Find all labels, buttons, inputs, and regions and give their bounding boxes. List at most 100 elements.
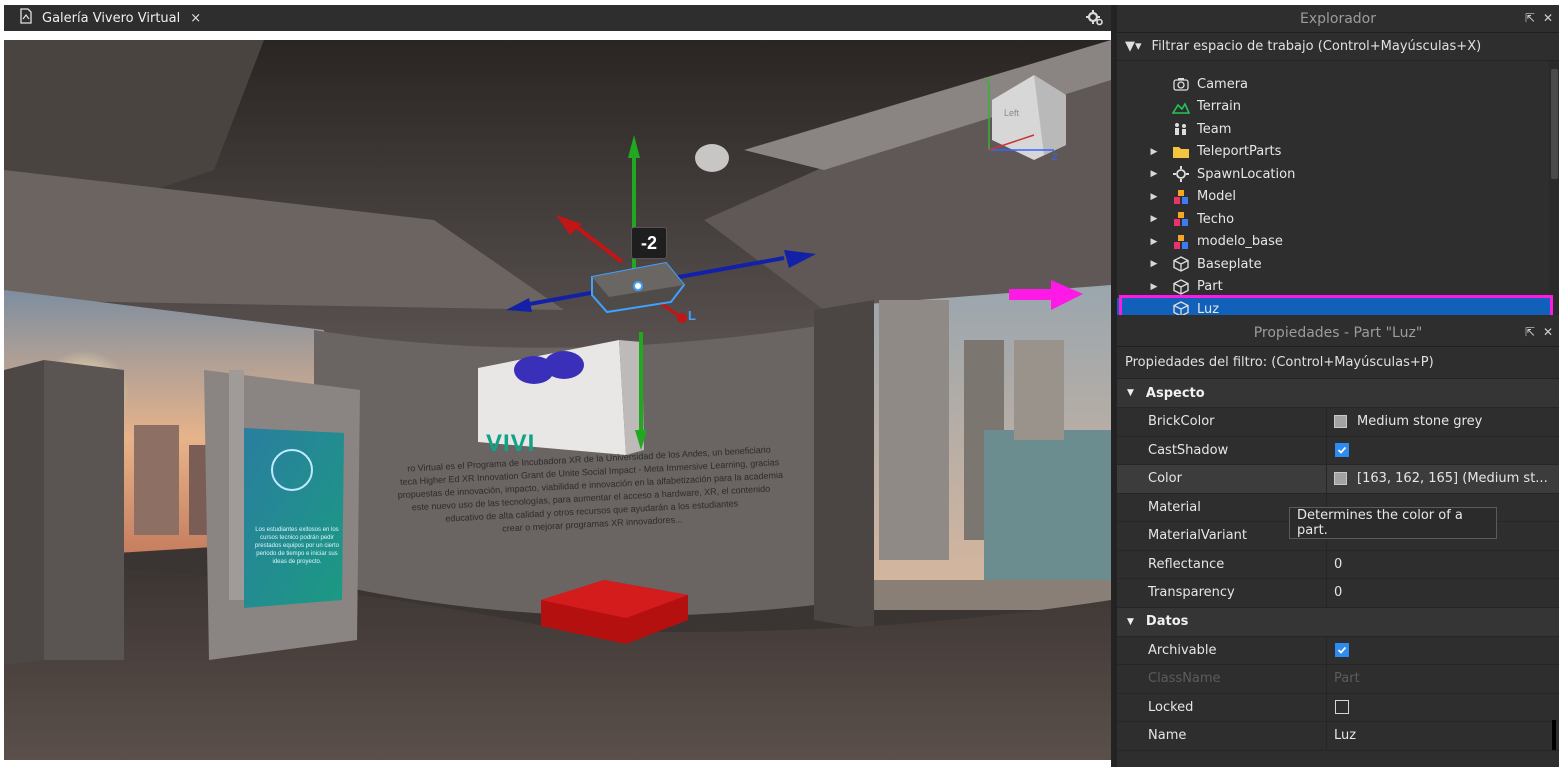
expand-chevron-icon[interactable]: ▶ [1147, 237, 1161, 247]
document-tab-bar: Galería Vivero Virtual × [4, 5, 1111, 31]
team-icon [1171, 121, 1191, 137]
property-value: Part [1327, 671, 1559, 686]
property-name: Archivable [1117, 636, 1327, 664]
expand-chevron-icon[interactable]: ▶ [1147, 214, 1161, 224]
explorer-item-label: Terrain [1197, 99, 1242, 114]
explorer-item-techo[interactable]: ▶ Techo [1117, 208, 1551, 230]
explorer-item-label: Camera [1197, 76, 1249, 92]
explorer-title: Explorador [1299, 10, 1376, 27]
model-icon [1171, 189, 1191, 205]
expand-chevron-icon[interactable]: ▶ [1147, 192, 1161, 202]
explorer-item-label: Baseplate [1197, 256, 1262, 272]
property-locked[interactable]: Locked [1117, 693, 1559, 722]
expand-chevron-icon[interactable]: ▶ [1147, 259, 1161, 269]
explorer-item-baseplate[interactable]: ▶ Baseplate [1117, 253, 1551, 275]
close-panel-icon[interactable]: ✕ [1543, 325, 1553, 339]
property-name: Color [1117, 465, 1327, 493]
properties-filter-bar[interactable]: Propiedades del filtro: (Control+Mayúscu… [1117, 347, 1559, 379]
camera-icon [1171, 76, 1191, 92]
3d-viewport[interactable]: Y Z L Left -2 VIVI ro Virtual es el Prog… [4, 40, 1111, 760]
explorer-item-luz[interactable]: Luz [1117, 298, 1551, 315]
property-name: CastShadow [1117, 436, 1327, 464]
property-value-text: [163, 162, 165] (Medium st... [1357, 471, 1548, 487]
selection-size-badge: -2 [631, 227, 667, 259]
section-datos[interactable]: ▼ Datos [1117, 607, 1559, 637]
property-transparency[interactable]: Transparency 0 [1117, 579, 1559, 608]
close-tab-button[interactable]: × [190, 11, 201, 26]
explorer-filter-text: Filtrar espacio de trabajo (Control+Mayú… [1151, 39, 1482, 54]
expand-chevron-icon[interactable]: ▶ [1147, 147, 1161, 157]
properties-filter-text: Propiedades del filtro: (Control+Mayúscu… [1125, 355, 1434, 370]
model-icon [1171, 211, 1191, 227]
terrain-icon [1171, 99, 1191, 115]
property-value[interactable]: 0 [1327, 585, 1559, 600]
explorer-filter-bar[interactable]: ▼▾ Filtrar espacio de trabajo (Control+M… [1117, 33, 1559, 61]
property-value-text: 0 [1334, 556, 1343, 572]
property-value-text: 0 [1334, 585, 1343, 601]
property-brickcolor[interactable]: BrickColor Medium stone grey [1117, 408, 1559, 437]
expand-chevron-icon[interactable]: ▶ [1147, 282, 1161, 292]
explorer-item-spawnlocation[interactable]: ▶ SpawnLocation [1117, 163, 1551, 185]
explorer-item-part[interactable]: ▶ Part [1117, 276, 1551, 298]
resize-grip[interactable] [1552, 720, 1556, 750]
explorer-item-label: Team [1197, 121, 1232, 137]
property-castshadow[interactable]: CastShadow [1117, 436, 1559, 465]
explorer-item-label: Part [1197, 279, 1223, 294]
property-color[interactable]: Color [163, 162, 165] (Medium st... [1117, 465, 1559, 494]
property-classname: ClassName Part [1117, 665, 1559, 694]
explorer-item-terrain[interactable]: Terrain [1117, 96, 1551, 118]
part-icon [1171, 256, 1191, 272]
gizmo-axis-label: L [688, 308, 696, 323]
checkbox-unchecked[interactable] [1335, 700, 1349, 715]
property-name: Transparency [1117, 579, 1327, 607]
property-value[interactable] [1327, 700, 1559, 715]
section-label: Aspecto [1145, 385, 1205, 401]
explorer-item-camera[interactable]: Camera [1117, 73, 1551, 95]
explorer-scroll-thumb[interactable] [1551, 69, 1558, 179]
axis-z-label: Z [1052, 152, 1058, 162]
section-label: Datos [1145, 614, 1189, 629]
property-name: Locked [1117, 693, 1327, 721]
undock-icon[interactable]: ⇱ [1525, 325, 1535, 339]
color-swatch[interactable] [1334, 472, 1347, 486]
property-value[interactable]: Medium stone grey [1327, 414, 1559, 429]
part-icon [1171, 278, 1191, 295]
property-name: ClassName [1117, 665, 1327, 693]
properties-grid: ▼ Aspecto BrickColor Medium stone grey CastS… [1117, 379, 1559, 751]
section-aspecto[interactable]: ▼ Aspecto [1117, 379, 1559, 408]
property-value-text: Part [1334, 671, 1360, 687]
explorer-title-bar: Explorador ⇱ ✕ [1117, 5, 1559, 33]
collapse-triangle-icon[interactable]: ▼ [1127, 388, 1134, 398]
explorer-item-label: TeleportParts [1197, 144, 1282, 159]
explorer-tree: Camera Terrain Team ▶ TeleportParts ▶ SpawnLoc… [1117, 61, 1559, 315]
property-value-text: Medium stone grey [1357, 414, 1483, 430]
undock-icon[interactable]: ⇱ [1525, 11, 1535, 25]
view-cube-face-label[interactable]: Left [1004, 108, 1019, 118]
filter-funnel-icon[interactable]: ▼▾ [1125, 39, 1142, 54]
explorer-item-model[interactable]: ▶ Model [1117, 186, 1551, 208]
property-value[interactable] [1327, 643, 1559, 658]
property-value[interactable]: Luz [1327, 728, 1559, 743]
explorer-item-teleportparts[interactable]: ▶ TeleportParts [1117, 141, 1551, 163]
property-value[interactable]: 0 [1327, 557, 1559, 572]
explorer-item-label: Model [1197, 189, 1237, 204]
checkbox-checked[interactable] [1335, 643, 1349, 658]
annotation-arrow-icon [1009, 280, 1083, 310]
close-panel-icon[interactable]: ✕ [1543, 11, 1553, 25]
collapse-triangle-icon[interactable]: ▼ [1127, 617, 1134, 627]
part-icon [1171, 301, 1191, 315]
property-value[interactable]: [163, 162, 165] (Medium st... [1327, 471, 1559, 486]
property-value[interactable] [1327, 443, 1559, 458]
properties-title-bar: Propiedades - Part "Luz" ⇱ ✕ [1117, 319, 1559, 347]
property-name[interactable]: Name Luz [1117, 722, 1559, 751]
expand-chevron-icon[interactable]: ▶ [1147, 169, 1161, 179]
explorer-item-modelo_base[interactable]: ▶ modelo_base [1117, 231, 1551, 253]
property-reflectance[interactable]: Reflectance 0 [1117, 550, 1559, 579]
checkbox-checked[interactable] [1335, 443, 1349, 458]
explorer-item-team[interactable]: Team [1117, 118, 1551, 140]
color-swatch[interactable] [1334, 415, 1347, 429]
viewport-settings-icon[interactable] [1085, 8, 1105, 28]
explorer-item-label: modelo_base [1197, 234, 1283, 249]
document-tab[interactable]: Galería Vivero Virtual × [4, 5, 204, 31]
property-archivable[interactable]: Archivable [1117, 636, 1559, 665]
